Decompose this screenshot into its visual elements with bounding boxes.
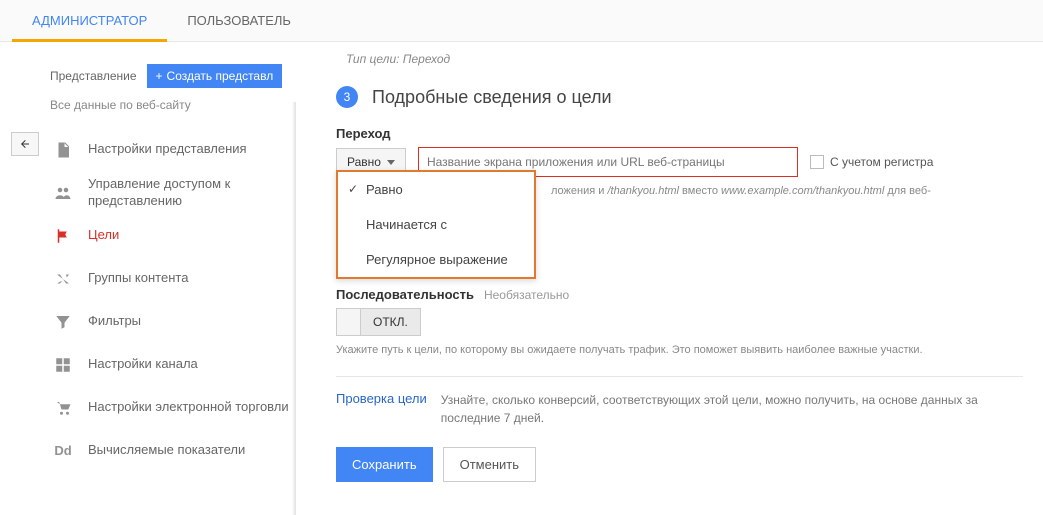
- case-sensitive-label: С учетом регистра: [830, 155, 933, 169]
- sidebar-item-label: Группы контента: [88, 270, 188, 287]
- toggle-off-label: ОТКЛ.: [361, 309, 420, 335]
- dd-icon: Dd: [54, 443, 72, 458]
- chevron-down-icon: [387, 160, 395, 165]
- sidebar-item-label: Настройки электронной торговли: [88, 399, 289, 416]
- top-tabs: АДМИНИСТРАТОР ПОЛЬЗОВАТЕЛЬ: [0, 0, 1043, 42]
- sidebar-item-ecommerce[interactable]: Настройки электронной торговли: [50, 386, 296, 429]
- tab-user[interactable]: ПОЛЬЗОВАТЕЛЬ: [167, 0, 311, 42]
- sidebar-item-label: Настройки представления: [88, 141, 247, 158]
- match-option-begins[interactable]: Начинается с: [338, 207, 534, 242]
- view-label: Представление: [50, 69, 137, 83]
- goal-type-line: Тип цели: Переход: [346, 52, 1023, 66]
- sidebar-item-channel-settings[interactable]: Настройки канала: [50, 343, 296, 386]
- step-badge: 3: [336, 86, 358, 108]
- tab-admin[interactable]: АДМИНИСТРАТОР: [12, 0, 167, 42]
- sidebar-item-label: Управление доступом к представлению: [88, 176, 296, 210]
- divider: [336, 376, 1023, 377]
- flag-icon: [54, 227, 72, 245]
- sidebar-item-goals[interactable]: Цели: [50, 214, 296, 257]
- destination-label: Переход: [336, 126, 1023, 141]
- funnel-label: Последовательность: [336, 287, 474, 302]
- sidebar-item-access[interactable]: Управление доступом к представлению: [50, 171, 296, 214]
- sidebar-item-view-settings[interactable]: Настройки представления: [50, 128, 296, 171]
- create-view-button[interactable]: + Создать представл: [147, 64, 283, 88]
- sidebar-item-content-groups[interactable]: Группы контента: [50, 257, 296, 300]
- sidebar-item-label: Фильтры: [88, 313, 141, 330]
- verify-goal-text: Узнайте, сколько конверсий, соответствую…: [441, 391, 1023, 427]
- cancel-button[interactable]: Отменить: [443, 447, 536, 482]
- case-sensitive-checkbox[interactable]: [810, 155, 824, 169]
- funnel-hint: Укажите путь к цели, по которому вы ожид…: [336, 344, 1023, 356]
- sidebar-item-filters[interactable]: Фильтры: [50, 300, 296, 343]
- sidebar-item-calculated-metrics[interactable]: Dd Вычисляемые показатели: [50, 429, 296, 472]
- document-icon: [54, 141, 72, 159]
- verify-goal-link[interactable]: Проверка цели: [336, 391, 427, 406]
- sidebar-item-label: Настройки канала: [88, 356, 198, 373]
- match-type-menu: Равно Начинается с Регулярное выражение: [336, 170, 536, 279]
- all-website-data[interactable]: Все данные по веб-сайту: [50, 98, 296, 112]
- arrow-left-icon: [17, 138, 33, 150]
- step-title: Подробные сведения о цели: [372, 87, 612, 108]
- sidebar-item-label: Цели: [88, 227, 119, 244]
- plus-icon: +: [156, 69, 163, 83]
- people-icon: [54, 184, 72, 202]
- match-type-value: Равно: [347, 155, 381, 169]
- create-view-label: Создать представл: [167, 69, 274, 83]
- shuffle-icon: [54, 270, 72, 288]
- sidebar-item-label: Вычисляемые показатели: [88, 442, 245, 459]
- main-panel: Тип цели: Переход 3 Подробные сведения о…: [296, 42, 1043, 515]
- funnel-toggle[interactable]: ОТКЛ.: [336, 308, 421, 336]
- optional-label: Необязательно: [484, 288, 569, 302]
- sidebar: Представление + Создать представл Все да…: [50, 42, 296, 515]
- match-option-equals[interactable]: Равно: [338, 172, 534, 207]
- funnel-icon: [54, 313, 72, 331]
- save-button[interactable]: Сохранить: [336, 447, 433, 482]
- toggle-knob: [337, 309, 361, 335]
- back-button[interactable]: [11, 132, 39, 156]
- match-option-regex[interactable]: Регулярное выражение: [338, 242, 534, 277]
- cart-icon: [54, 399, 72, 417]
- destination-hint: ложения и /thankyou.html вместо www.exam…: [551, 185, 1023, 197]
- channel-icon: [54, 356, 72, 374]
